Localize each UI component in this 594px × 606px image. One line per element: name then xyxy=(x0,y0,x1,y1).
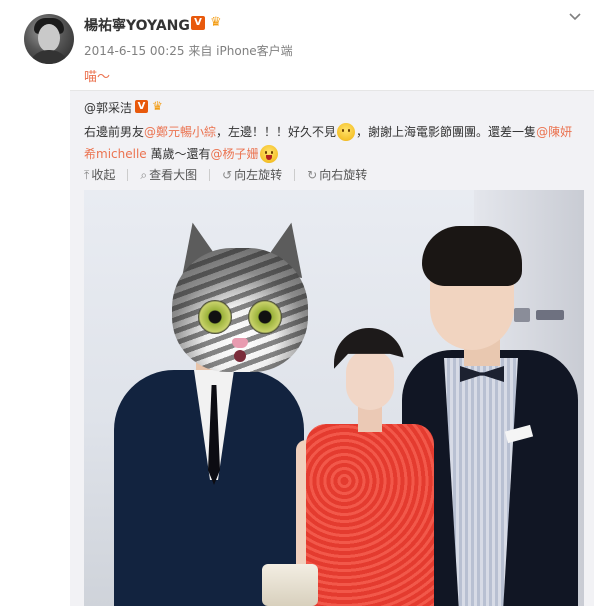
divider xyxy=(209,169,211,181)
repost-text-segment: 右邊前男友 xyxy=(84,125,145,139)
cat-mouth xyxy=(234,350,246,362)
laughing-emoji-icon xyxy=(259,145,278,163)
repost-verified-v-icon[interactable]: V xyxy=(135,100,148,113)
chevron-down-icon[interactable] xyxy=(568,10,582,24)
avatar-face xyxy=(38,24,60,52)
photo-wall-sign xyxy=(514,308,530,322)
divider xyxy=(127,169,129,181)
cat-face-sticker xyxy=(171,217,313,372)
repost-text-segment: ，左邊！！！好久不見 xyxy=(216,125,337,139)
collapse-label: 收起 xyxy=(91,168,116,182)
rotate-left-label: 向左旋转 xyxy=(234,168,283,182)
repost-text: 右邊前男友@鄭元暢小綜，左邊！！！好久不見 ，謝謝上海電影節團團。還差一隻@陳妍希… xyxy=(84,121,584,165)
repost-text-segment: ，謝謝上海電影節團團。還差一隻 xyxy=(356,125,537,139)
weibo-post-card: 楊祐寧YOYANG V ♛ 2014-6-15 00:25 来自 iPhone客… xyxy=(0,0,594,606)
view-large-label: 查看大图 xyxy=(149,168,198,182)
verified-v-icon[interactable]: V xyxy=(191,16,205,30)
mention-link[interactable]: @杨子姗 xyxy=(211,147,259,161)
rotate-right-label: 向右旋转 xyxy=(319,168,368,182)
mention-link[interactable]: @鄭元暢小綜 xyxy=(144,125,216,139)
source-client[interactable]: iPhone客户端 xyxy=(216,44,293,58)
repost-crown-icon[interactable]: ♛ xyxy=(152,99,163,113)
crown-icon[interactable]: ♛ xyxy=(210,15,227,30)
thinking-emoji-icon xyxy=(337,123,356,141)
rotate-left-icon: ↺ xyxy=(222,168,233,182)
right-man-hair xyxy=(422,226,522,286)
author-name[interactable]: 楊祐寧YOYANG xyxy=(84,15,190,35)
cat-eye xyxy=(198,300,232,334)
reposted-content: @郭采洁 V ♛ 右邊前男友@鄭元暢小綜，左邊！！！好久不見 ，謝謝上海電影節團團… xyxy=(70,90,594,606)
collapse-icon: ⤒ xyxy=(84,168,90,182)
view-large-image-button[interactable]: ⌕ 查看大图 xyxy=(140,166,197,183)
woman-red-dress xyxy=(306,424,434,606)
woman-face xyxy=(346,350,394,410)
divider xyxy=(294,169,296,181)
collapse-button[interactable]: ⤒ 收起 xyxy=(84,166,115,183)
source-prefix: 来自 xyxy=(188,44,213,58)
zoom-icon: ⌕ xyxy=(140,168,148,182)
photo-wall-sign xyxy=(536,310,564,320)
image-actions-bar: ⤒ 收起 ⌕ 查看大图 ↺ 向左旋转 ↻ 向右旋转 xyxy=(84,166,379,183)
post-text-content: 喵～ xyxy=(84,70,111,85)
post-timestamp[interactable]: 2014-6-15 00:25 xyxy=(84,44,185,58)
clutch-bag xyxy=(262,564,318,606)
rotate-left-button[interactable]: ↺ 向左旋转 xyxy=(222,166,282,183)
rotate-right-button[interactable]: ↻ 向右旋转 xyxy=(307,166,367,183)
post-meta: 2014-6-15 00:25 来自 iPhone客户端 xyxy=(84,42,293,59)
post-text: 喵～ xyxy=(84,66,110,85)
cat-nose xyxy=(232,338,248,348)
repost-text-segment: 萬歲～還有 xyxy=(146,147,211,161)
repost-author[interactable]: @郭采洁 xyxy=(84,99,132,116)
cat-eye xyxy=(248,300,282,334)
rotate-right-icon: ↻ xyxy=(307,168,318,182)
avatar-body xyxy=(28,50,70,64)
post-photo[interactable] xyxy=(84,190,584,606)
author-avatar[interactable] xyxy=(24,14,74,64)
